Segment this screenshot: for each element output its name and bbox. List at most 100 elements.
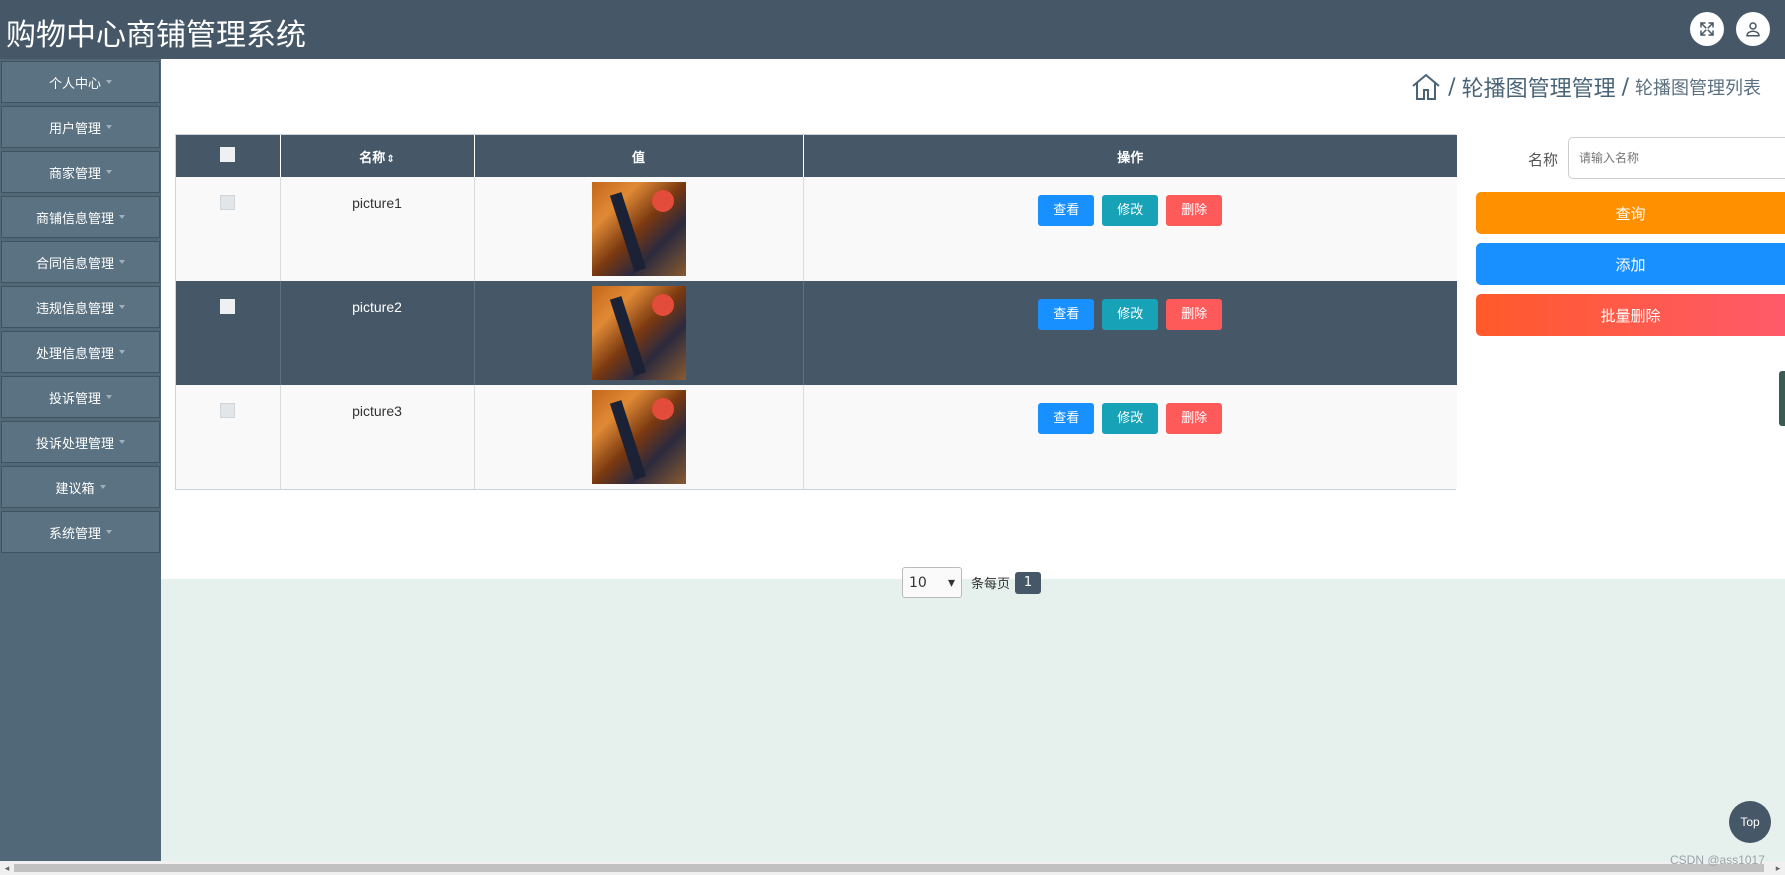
back-to-top-button[interactable]: Top [1729,801,1771,843]
page-size-value: 10 [909,574,927,591]
row-checkbox[interactable] [220,299,236,314]
actions-cell: 查看 修改 删除 [803,281,1457,385]
edit-button[interactable]: 修改 [1102,403,1159,434]
sidebar-item-label: 投诉管理 [48,391,101,407]
row-checkbox[interactable] [220,403,236,418]
sidebar-item-label: 商铺信息管理 [35,211,114,227]
sidebar-item-label: 违规信息管理 [35,301,114,317]
value-cell [474,177,804,281]
caret-down-icon [99,485,106,489]
caret-down-icon [119,260,125,264]
scroll-right-icon[interactable]: ▸ [1771,861,1785,875]
caret-down-icon [106,170,112,174]
search-name-input[interactable] [1568,137,1785,179]
edit-button[interactable]: 修改 [1102,299,1159,330]
caret-down-icon [106,80,112,84]
sidebar-item-label: 合同信息管理 [35,256,114,272]
actions-cell: 查看 修改 删除 [803,385,1457,489]
name-cell: picture3 [280,385,475,489]
horizontal-scrollbar[interactable]: ◂ ▸ [0,861,1785,875]
query-button[interactable]: 查询 [1476,192,1785,234]
home-icon[interactable] [1410,71,1442,103]
caret-down-icon [119,215,125,219]
value-cell [474,385,804,489]
carousel-thumbnail[interactable] [591,286,686,380]
name-cell: picture1 [280,177,475,281]
row-checkbox[interactable] [220,195,236,210]
scrollbar-thumb[interactable] [14,864,1764,872]
caret-down-icon [106,530,112,534]
sidebar-item-violation-info[interactable]: 违规信息管理 [1,286,160,328]
delete-button[interactable]: 删除 [1166,195,1223,226]
sidebar-item-label: 用户管理 [48,121,101,137]
sidebar-item-user-mgmt[interactable]: 用户管理 [1,106,160,148]
pagination: 10 ▾ 条每页 1 [902,567,1042,598]
row-select-cell [176,177,281,281]
row-select-cell [176,281,281,385]
sidebar-item-label: 处理信息管理 [35,346,114,362]
sidebar-item-complaint-handling[interactable]: 投诉处理管理 [1,421,160,463]
side-drawer-tab[interactable] [1779,371,1785,426]
sidebar-item-label: 商家管理 [48,166,101,182]
table-row: picture1 查看 修改 删除 [176,177,1457,281]
sidebar-item-label: 投诉处理管理 [35,436,114,452]
sidebar-item-label: 建议箱 [55,481,95,497]
table-header-row: 名称⇕ 值 操作 [176,135,1457,177]
caret-down-icon [106,395,112,399]
sidebar-item-system-mgmt[interactable]: 系统管理 [1,511,160,553]
sidebar-item-complaint-mgmt[interactable]: 投诉管理 [1,376,160,418]
actions-cell: 查看 修改 删除 [803,177,1457,281]
sidebar-item-shop-info[interactable]: 商铺信息管理 [1,196,160,238]
sidebar-item-handling-info[interactable]: 处理信息管理 [1,331,160,373]
user-icon[interactable] [1736,12,1770,46]
caret-down-icon [119,350,125,354]
sidebar: 个人中心 用户管理 商家管理 商铺信息管理 合同信息管理 违规信息管理 处理信息… [0,59,161,861]
select-all-checkbox[interactable] [220,146,236,162]
edit-button[interactable]: 修改 [1102,195,1159,226]
header-select-all[interactable] [176,135,281,177]
breadcrumb: / 轮播图管理管理 / 轮播图管理列表 [1410,71,1761,103]
page-size-select[interactable]: 10 ▾ [902,567,962,598]
fullscreen-icon[interactable] [1690,12,1724,46]
header-value: 值 [474,135,804,177]
sidebar-item-personal-center[interactable]: 个人中心 [1,61,160,103]
table-row: picture3 查看 修改 删除 [176,385,1457,489]
row-select-cell [176,385,281,489]
carousel-thumbnail[interactable] [591,390,686,484]
view-button[interactable]: 查看 [1038,299,1095,330]
data-table: 名称⇕ 值 操作 picture1 查看 修改 删除 picture2 查看 修… [175,134,1457,490]
sidebar-item-merchant-mgmt[interactable]: 商家管理 [1,151,160,193]
table-row: picture2 查看 修改 删除 [176,281,1457,385]
header-actions: 操作 [803,135,1457,177]
page-number-button[interactable]: 1 [1015,571,1042,594]
add-button[interactable]: 添加 [1476,243,1785,285]
name-cell: picture2 [280,281,475,385]
breadcrumb-level2: 轮播图管理列表 [1635,78,1761,99]
top-header: 购物中心商铺管理系统 [0,0,1785,59]
breadcrumb-level1[interactable]: 轮播图管理管理 [1462,71,1616,103]
sort-icon[interactable]: ⇕ [386,154,394,165]
breadcrumb-separator: / [1621,74,1629,100]
batch-delete-button[interactable]: 批量删除 [1476,294,1785,336]
caret-down-icon [119,440,125,444]
caret-down-icon [119,305,125,309]
chevron-down-icon: ▾ [947,574,955,591]
header-name-label: 名称 [359,150,386,166]
delete-button[interactable]: 删除 [1166,403,1223,434]
sidebar-item-contract-info[interactable]: 合同信息管理 [1,241,160,283]
watermark: CSDN @ass1017 [1670,853,1765,867]
scroll-left-icon[interactable]: ◂ [0,861,14,875]
carousel-thumbnail[interactable] [591,182,686,276]
caret-down-icon [106,125,112,129]
view-button[interactable]: 查看 [1038,403,1095,434]
app-title: 购物中心商铺管理系统 [6,18,306,53]
delete-button[interactable]: 删除 [1166,299,1223,330]
sidebar-item-suggestion-box[interactable]: 建议箱 [1,466,160,508]
per-page-label: 条每页 [971,577,1011,592]
search-name-label: 名称 [1528,151,1559,169]
view-button[interactable]: 查看 [1038,195,1095,226]
header-name[interactable]: 名称⇕ [280,135,475,177]
breadcrumb-separator: / [1448,74,1456,100]
sidebar-item-label: 系统管理 [48,526,101,542]
sidebar-item-label: 个人中心 [48,76,101,92]
